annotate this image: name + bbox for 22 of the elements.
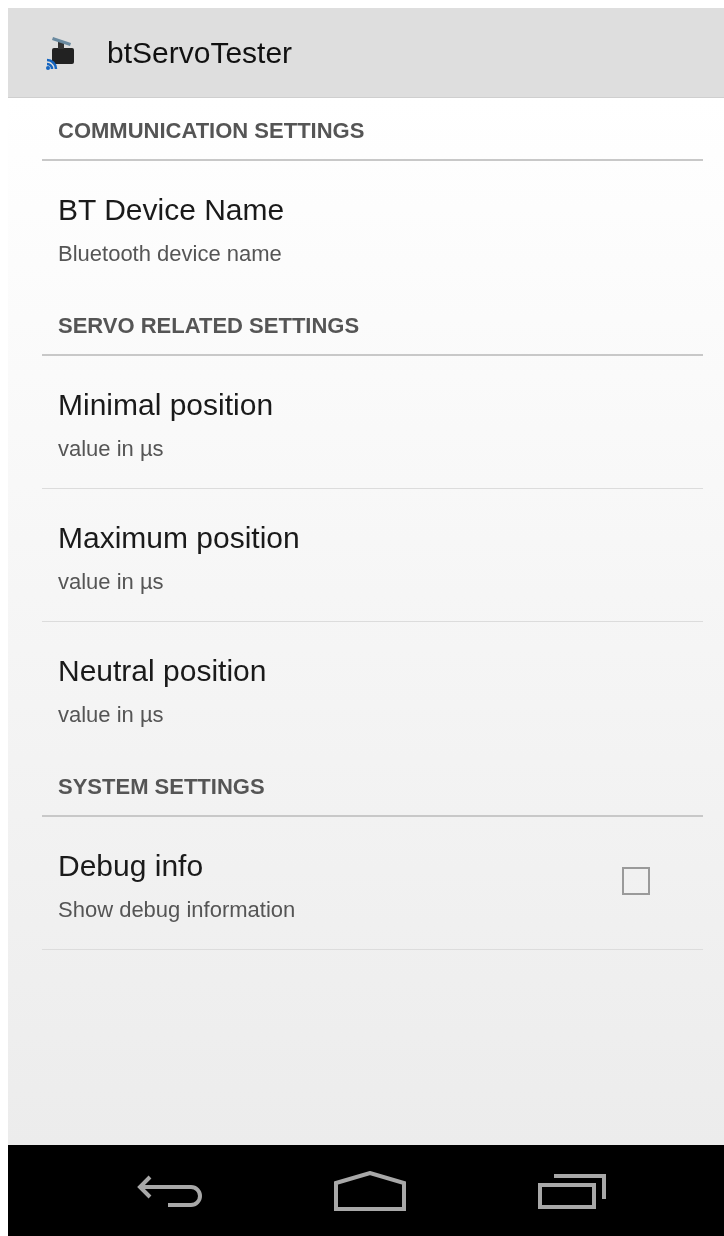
preference-item[interactable]: Debug info Show debug information — [42, 817, 703, 950]
preference-title: Minimal position — [58, 387, 274, 423]
section-header: SERVO RELATED SETTINGS — [58, 312, 360, 340]
section-header: COMMUNICATION SETTINGS — [58, 117, 365, 145]
home-icon[interactable] — [332, 1170, 408, 1211]
preference-title: BT Device Name — [58, 192, 285, 228]
preference-title: Neutral position — [58, 653, 267, 689]
recent-apps-icon[interactable] — [538, 1172, 608, 1209]
preference-summary: value in µs — [58, 435, 164, 463]
app-title: btServoTester — [107, 35, 293, 70]
preference-item[interactable]: Minimal position value in µs — [42, 356, 703, 489]
preference-title: Debug info — [58, 848, 204, 884]
preference-item[interactable]: BT Device Name Bluetooth device name — [42, 161, 703, 293]
checkbox[interactable] — [622, 867, 650, 895]
section-header: SYSTEM SETTINGS — [58, 773, 265, 801]
preference-summary: value in µs — [58, 701, 164, 729]
preference-summary: Bluetooth device name — [58, 240, 282, 268]
preference-summary: value in µs — [58, 568, 164, 596]
preference-item[interactable]: Maximum position value in µs — [42, 489, 703, 622]
preference-summary: Show debug information — [58, 896, 296, 924]
preference-item[interactable]: Neutral position value in µs — [42, 622, 703, 754]
preference-title: Maximum position — [58, 520, 300, 556]
